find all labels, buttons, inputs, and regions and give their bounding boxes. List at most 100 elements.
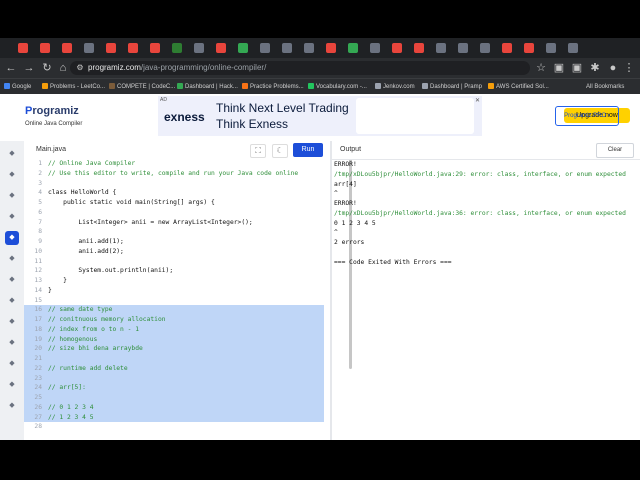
code-line[interactable]: 23 <box>24 373 324 384</box>
code-line[interactable]: 17 // conitnuous memory allocation <box>24 315 324 325</box>
forward-icon[interactable]: → <box>22 61 36 75</box>
star-icon[interactable]: ☆ <box>534 61 548 75</box>
code-line[interactable]: 21 <box>24 354 324 364</box>
code-line[interactable]: 19 // homogenous <box>24 334 324 345</box>
code-line[interactable]: 14} <box>24 286 324 296</box>
reload-icon[interactable]: ↻ <box>40 61 54 75</box>
php-language-icon[interactable]: ◆ <box>5 357 19 371</box>
bookmark-item[interactable]: Dashboard | Pramp <box>422 79 482 95</box>
browser-tab[interactable] <box>392 43 402 53</box>
browser-tab[interactable] <box>480 43 490 53</box>
menu-icon[interactable]: ⋮ <box>622 61 636 75</box>
puzzle-icon[interactable]: ✱ <box>588 61 602 75</box>
extension-icon[interactable]: ▣ <box>552 61 566 75</box>
bookmark-item[interactable]: Dashboard | Hack... <box>177 79 238 95</box>
code-line[interactable]: 18 // index from o to n - 1 <box>24 324 324 335</box>
go-language-icon[interactable]: ◆ <box>5 336 19 350</box>
browser-tab[interactable] <box>568 43 578 53</box>
browser-tab[interactable] <box>414 43 424 53</box>
code-line[interactable]: 22 // runtime add delete <box>24 363 324 374</box>
pane-splitter[interactable] <box>330 141 332 440</box>
c#-language-icon[interactable]: ◆ <box>5 294 19 308</box>
c-language-icon[interactable]: ◆ <box>5 252 19 266</box>
file-tab[interactable]: Main.java <box>36 141 66 159</box>
code-line[interactable]: 12 System.out.println(anii); <box>24 266 324 276</box>
code-line[interactable]: 10 anii.add(2); <box>24 247 324 257</box>
profile-icon[interactable]: ● <box>606 61 620 75</box>
browser-tab[interactable] <box>502 43 512 53</box>
address-bar[interactable]: ⚙ programiz.com/java-programming/online-… <box>70 61 530 75</box>
code-line[interactable]: 27 // 1 2 3 4 5 <box>24 412 324 423</box>
c++-language-icon[interactable]: ◆ <box>5 273 19 287</box>
sql-language-icon[interactable]: ◆ <box>5 189 19 203</box>
code-line[interactable]: 15 <box>24 296 324 306</box>
rs-language-icon[interactable]: ◆ <box>5 399 19 413</box>
code-line[interactable]: 9 anii.add(1); <box>24 237 324 247</box>
java-language-icon[interactable]: ◆ <box>5 231 19 245</box>
code-line[interactable]: 7 List<Integer> anii = new ArrayList<Int… <box>24 218 324 228</box>
r-language-icon[interactable]: ◆ <box>5 168 19 182</box>
js-language-icon[interactable]: ◆ <box>5 315 19 329</box>
code-line[interactable]: 13 } <box>24 276 324 286</box>
run-button[interactable]: Run <box>293 143 323 157</box>
code-line[interactable]: 2 // Use this editor to write, compile an… <box>24 169 324 179</box>
browser-tab[interactable] <box>172 43 182 53</box>
code-line[interactable]: 25 <box>24 393 324 403</box>
all-bookmarks-button[interactable]: All Bookmarks <box>586 79 624 95</box>
code-line[interactable]: 5 public static void main(String[] args)… <box>24 198 324 208</box>
code-line[interactable]: 6 <box>24 208 324 218</box>
extension-icon[interactable]: ▣ <box>570 61 584 75</box>
browser-tab[interactable] <box>524 43 534 53</box>
code-line[interactable]: 1 // Online Java Compiler <box>24 159 324 169</box>
code-editor[interactable]: 28 27// 1 2 3 4 5 26// 0 1 2 3 4 25 24// arr… <box>24 159 352 440</box>
browser-tab[interactable] <box>260 43 270 53</box>
browser-tab[interactable] <box>238 43 248 53</box>
code-line[interactable]: 3 <box>24 179 324 189</box>
code-line[interactable]: 26 // 0 1 2 3 4 <box>24 402 324 413</box>
browser-tab[interactable] <box>326 43 336 53</box>
code-line[interactable]: 24 // arr[5]: <box>24 383 324 393</box>
ad-close-icon[interactable]: ✕ <box>475 97 480 104</box>
site-info-icon[interactable]: ⚙ <box>73 61 87 75</box>
fullscreen-icon[interactable]: ⛶ <box>250 144 266 158</box>
bookmark-item[interactable]: Vocabulary.com -... <box>308 79 367 95</box>
browser-tab[interactable] <box>62 43 72 53</box>
browser-tab[interactable] <box>282 43 292 53</box>
bookmark-item[interactable]: Google <box>4 79 31 95</box>
browser-tab[interactable] <box>348 43 358 53</box>
browser-tab[interactable] <box>194 43 204 53</box>
py-language-icon[interactable]: ◆ <box>5 147 19 161</box>
browser-tab[interactable] <box>128 43 138 53</box>
theme-toggle-icon[interactable]: ☾ <box>272 144 288 158</box>
browser-tab[interactable] <box>84 43 94 53</box>
browser-tab[interactable] <box>18 43 28 53</box>
browser-tab[interactable] <box>304 43 314 53</box>
bookmark-item[interactable]: Problems - LeetCo... <box>42 79 105 95</box>
bookmark-item[interactable]: COMPETE | CodeC... <box>109 79 175 95</box>
advertisement-banner[interactable]: AD exness Think Next Level Trading Think… <box>158 96 630 136</box>
code-line[interactable]: 16 // same date type <box>24 305 324 315</box>
browser-tab[interactable] <box>370 43 380 53</box>
browser-tab[interactable] <box>150 43 160 53</box>
programiz-pro-button[interactable]: Programiz PRO › <box>555 106 619 126</box>
code-line[interactable]: 11 <box>24 257 324 267</box>
browser-tab[interactable] <box>436 43 446 53</box>
browser-tab[interactable] <box>40 43 50 53</box>
browser-tab[interactable] <box>216 43 226 53</box>
code-line[interactable]: 28 <box>24 422 324 432</box>
swift-language-icon[interactable]: ◆ <box>5 378 19 392</box>
bookmark-item[interactable]: AWS Certified Sol... <box>488 79 549 95</box>
bookmark-item[interactable]: Practice Problems... <box>242 79 304 95</box>
bookmark-item[interactable]: Jenkov.com <box>375 79 415 95</box>
browser-tab[interactable] <box>458 43 468 53</box>
programiz-logo[interactable]: Programiz <box>25 105 79 117</box>
code-line[interactable]: 8 <box>24 227 324 237</box>
browser-tab[interactable] <box>546 43 556 53</box>
html-language-icon[interactable]: ◆ <box>5 210 19 224</box>
code-line[interactable]: 4 class HelloWorld { <box>24 188 324 198</box>
back-icon[interactable]: ← <box>4 61 18 75</box>
browser-tab[interactable] <box>106 43 116 53</box>
home-icon[interactable]: ⌂ <box>56 61 70 75</box>
clear-button[interactable]: Clear <box>596 143 634 158</box>
code-line[interactable]: 20 // size bhi dena arraybde <box>24 344 324 354</box>
